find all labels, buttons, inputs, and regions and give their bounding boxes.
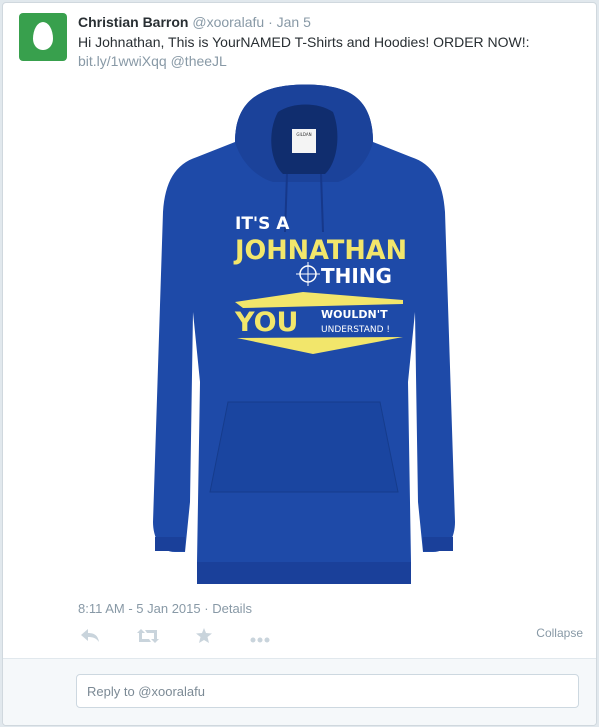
retweet-icon[interactable]: [136, 627, 160, 649]
timestamp-text[interactable]: 8:11 AM - 5 Jan 2015: [78, 601, 201, 616]
tweet-timestamp: 8:11 AM - 5 Jan 2015 · Details: [78, 601, 252, 616]
reply-icon[interactable]: [78, 627, 102, 649]
author-handle[interactable]: @xooralafu: [192, 14, 264, 30]
avatar[interactable]: [19, 13, 67, 61]
tweet-media-image[interactable]: GILDAN IT'S A JOHNATHAN THING YOU WOULDN…: [153, 82, 455, 588]
tweet-text: Hi Johnathan, This is YourNAMED T-Shirts…: [78, 33, 583, 71]
print-thing: THING: [321, 264, 392, 288]
reply-input[interactable]: Reply to @xooralafu: [76, 674, 579, 708]
print-wouldnt: WOULDN'T: [321, 308, 388, 321]
reply-area: Reply to @xooralafu: [3, 658, 596, 725]
author-name[interactable]: Christian Barron: [78, 14, 188, 30]
print-you: YOU: [234, 307, 298, 338]
tweet-header: Christian Barron @xooralafu · Jan 5: [78, 14, 311, 30]
details-link[interactable]: Details: [212, 601, 252, 616]
hoodie-image: GILDAN IT'S A JOHNATHAN THING YOU WOULDN…: [153, 84, 455, 584]
tweet-text-line-2: bit.ly/1wwiXqq @theeJL: [78, 52, 583, 71]
tweet-link[interactable]: bit.ly/1wwiXqq: [78, 53, 167, 69]
tweet-text-line: Hi Johnathan, This is YourNAMED T-Shirts…: [78, 34, 530, 50]
tweet-mention[interactable]: @theeJL: [171, 53, 227, 69]
tweet-date[interactable]: Jan 5: [277, 14, 311, 30]
print-name: JOHNATHAN: [233, 235, 407, 266]
print-understand: UNDERSTAND !: [321, 325, 390, 335]
hoodie-brand-tag: GILDAN: [296, 132, 311, 137]
egg-icon: [33, 22, 53, 50]
tweet-card: Christian Barron @xooralafu · Jan 5 Hi J…: [2, 2, 597, 726]
separator: ·: [268, 14, 273, 30]
print-its-a: IT'S A: [235, 214, 290, 234]
more-icon[interactable]: [248, 627, 272, 649]
favorite-icon[interactable]: [192, 627, 216, 649]
collapse-link[interactable]: Collapse: [536, 626, 583, 640]
separator: ·: [204, 601, 209, 616]
